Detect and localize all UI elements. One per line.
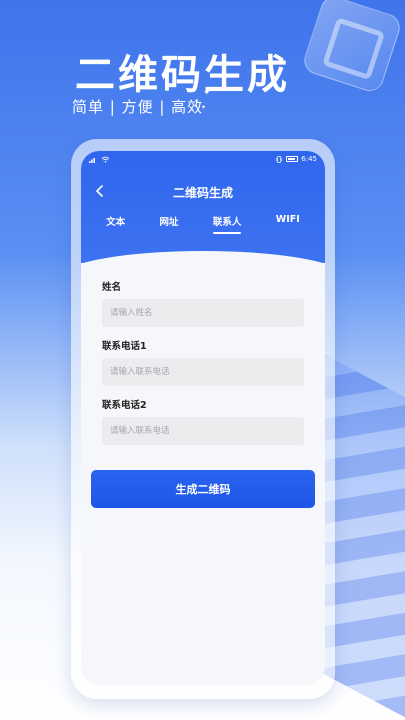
status-time: 6:45 xyxy=(301,155,317,163)
battery-icon xyxy=(286,156,299,162)
phone1-label: 联系电话1 xyxy=(102,341,147,352)
tab-url[interactable]: 网址 xyxy=(160,214,179,234)
wifi-icon xyxy=(101,156,110,163)
signal-icon xyxy=(89,157,95,163)
app-screen: 6:45 二维码生成 文本 网址 联系人 WIFI 姓名 联系电话1 xyxy=(81,151,325,685)
page-title: 二维码生成 xyxy=(172,185,233,200)
contact-form: 姓名 联系电话1 联系电话2 xyxy=(81,263,325,445)
name-label: 姓名 xyxy=(102,282,122,293)
navbar: 二维码生成 xyxy=(81,177,325,207)
status-bar: 6:45 xyxy=(81,151,325,167)
sparkle-icon: ✦ xyxy=(194,98,200,105)
hero-title: 二维码生成 xyxy=(75,52,290,98)
sparkle-icon: ✦ xyxy=(201,104,207,111)
sparkle-icon: ✦ xyxy=(203,88,211,98)
decorative-cube-icon xyxy=(300,0,404,95)
app-header: 6:45 二维码生成 文本 网址 联系人 WIFI xyxy=(81,151,325,277)
tab-bar: 文本 网址 联系人 WIFI xyxy=(81,214,325,234)
vibrate-icon xyxy=(276,155,283,163)
hero-subtitle: 简单 | 方便 | 高效 xyxy=(72,98,204,116)
generate-qrcode-button[interactable]: 生成二维码 xyxy=(91,470,315,508)
header-curve xyxy=(81,251,325,277)
name-input[interactable] xyxy=(102,299,304,327)
phone2-input[interactable] xyxy=(102,417,304,445)
phone-frame: 6:45 二维码生成 文本 网址 联系人 WIFI 姓名 联系电话1 xyxy=(71,139,335,699)
tab-contact[interactable]: 联系人 xyxy=(212,214,241,234)
tab-text[interactable]: 文本 xyxy=(106,214,125,234)
phone2-label: 联系电话2 xyxy=(102,400,147,411)
phone1-input[interactable] xyxy=(102,358,304,386)
chevron-left-icon[interactable] xyxy=(93,184,107,198)
tab-wifi[interactable]: WIFI xyxy=(276,214,300,234)
